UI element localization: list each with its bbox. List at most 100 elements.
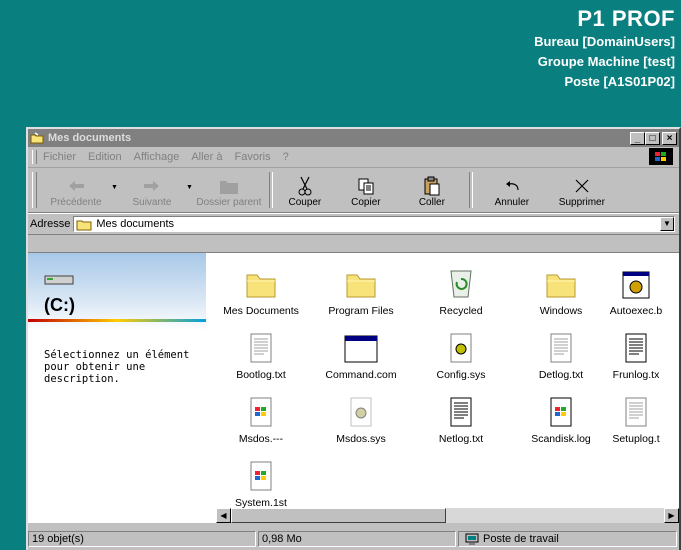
scroll-thumb[interactable] (231, 508, 446, 523)
file-item-label: Msdos.--- (238, 433, 284, 445)
menu-aller-a[interactable]: Aller à (191, 151, 222, 163)
program-icon (344, 335, 378, 363)
menu-affichage[interactable]: Affichage (134, 151, 180, 163)
scroll-right-icon[interactable]: ▶ (664, 508, 679, 523)
delete-button[interactable]: Supprimer (547, 168, 617, 212)
file-item-label: Scandisk.log (531, 433, 591, 445)
status-object-count: 19 objet(s) (28, 531, 256, 547)
file-item-netlog[interactable]: Netlog.txt (416, 391, 506, 445)
up-folder-button[interactable]: Dossier parent (193, 168, 265, 212)
status-bar: 19 objet(s) 0,98 Mo Poste de travail (28, 529, 679, 549)
file-list: Mes Documents Program Files Recycled Win… (206, 253, 679, 509)
toolbar-grip (32, 172, 37, 208)
file-item-command-com[interactable]: Command.com (316, 327, 406, 381)
menu-fichier[interactable]: Fichier (43, 151, 76, 163)
desktop-info-line: Poste [A1S01P02] (564, 74, 675, 89)
minimize-button[interactable]: _ (630, 131, 645, 145)
up-folder-label: Dossier parent (196, 197, 262, 208)
back-button[interactable]: Précédente (41, 168, 111, 212)
paste-icon (424, 176, 440, 196)
file-item-label: Msdos.sys (336, 433, 386, 445)
system-file-icon (450, 333, 472, 363)
undo-button[interactable]: Annuler (477, 168, 547, 212)
file-item-msdos-dash[interactable]: Msdos.--- (216, 391, 306, 445)
file-item-setuplog[interactable]: Setuplog.t (606, 391, 666, 445)
back-arrow-icon (69, 181, 84, 191)
desktop-info-line: Groupe Machine [test] (537, 54, 675, 69)
file-item-label: Config.sys (436, 369, 486, 381)
address-field[interactable]: Mes documents ▼ (73, 216, 675, 232)
file-item-label: Frunlog.tx (612, 369, 660, 381)
menu-grip (32, 150, 37, 164)
address-dropdown-icon[interactable]: ▼ (660, 217, 674, 231)
close-button[interactable]: × (662, 131, 677, 145)
content-area: (C:) Sélectionnez un élément pour obteni… (28, 252, 679, 523)
file-item-label: Mes Documents (223, 305, 299, 317)
file-item-frunlog[interactable]: Frunlog.tx (606, 327, 666, 381)
menu-help[interactable]: ? (283, 151, 289, 163)
msdos-file-icon (250, 461, 272, 491)
file-item-msdos-sys[interactable]: Msdos.sys (316, 391, 406, 445)
recycle-bin-icon (450, 270, 472, 298)
folder-icon (346, 274, 376, 298)
up-folder-icon (219, 181, 238, 194)
cut-label: Couper (288, 197, 322, 208)
menu-favoris[interactable]: Favoris (235, 151, 271, 163)
address-value: Mes documents (96, 218, 175, 230)
file-item-detlog[interactable]: Detlog.txt (516, 327, 606, 381)
status-zone-label: Poste de travail (483, 533, 559, 545)
desktop-info: P1 PROF Bureau [DomainUsers] Groupe Mach… (534, 6, 675, 92)
file-item-program-files[interactable]: Program Files (316, 263, 406, 317)
windows-logo-icon (649, 148, 673, 165)
forward-label: Suivante (132, 197, 172, 208)
drive-name: (C:) (44, 295, 75, 315)
batch-file-icon (622, 271, 650, 299)
hard-drive-icon (44, 275, 74, 285)
horizontal-scrollbar[interactable]: ◀ ▶ (216, 508, 679, 523)
cut-button[interactable]: Couper (277, 168, 333, 212)
file-item-windows[interactable]: Windows (516, 263, 606, 317)
menu-edition[interactable]: Edition (88, 151, 122, 163)
folder-icon (30, 132, 44, 144)
status-size: 0,98 Mo (258, 531, 456, 547)
text-file-icon (450, 397, 472, 427)
file-item-label: Autoexec.b (609, 305, 663, 317)
file-item-scandisk-log[interactable]: Scandisk.log (516, 391, 606, 445)
file-item-label: Program Files (328, 305, 394, 317)
paste-button[interactable]: Coller (399, 168, 465, 212)
copy-label: Copier (351, 197, 381, 208)
system-file-icon (350, 397, 372, 427)
file-item-autoexec[interactable]: Autoexec.b (606, 263, 666, 317)
file-item-recycled[interactable]: Recycled (416, 263, 506, 317)
forward-dropdown-icon[interactable]: ▼ (186, 184, 193, 191)
title-bar[interactable]: Mes documents _ □ × (28, 129, 679, 147)
file-item-mes-documents[interactable]: Mes Documents (216, 263, 306, 317)
scroll-left-icon[interactable]: ◀ (216, 508, 231, 523)
address-label: Adresse (30, 218, 71, 230)
file-item-bootlog[interactable]: Bootlog.txt (216, 327, 306, 381)
desktop-info-line: Bureau [DomainUsers] (534, 34, 675, 49)
copy-button[interactable]: Copier (333, 168, 399, 212)
explorer-window: Mes documents _ □ × Fichier Edition Affi… (26, 127, 681, 550)
undo-label: Annuler (494, 197, 530, 208)
file-item-label: Windows (539, 305, 583, 317)
msdos-file-icon (250, 397, 272, 427)
status-zone: Poste de travail (458, 531, 677, 547)
delete-x-icon (575, 179, 589, 193)
copy-icon (358, 178, 374, 195)
paste-label: Coller (418, 197, 445, 208)
forward-button[interactable]: Suivante (118, 168, 186, 212)
info-pane: (C:) Sélectionnez un élément pour obteni… (28, 253, 206, 523)
toolbar-separator (268, 172, 273, 208)
file-item-label: Detlog.txt (538, 369, 584, 381)
maximize-button[interactable]: □ (645, 131, 660, 145)
file-item-system-1st[interactable]: System.1st (216, 455, 306, 509)
file-item-label: Bootlog.txt (236, 369, 286, 381)
text-file-icon (625, 397, 647, 427)
back-dropdown-icon[interactable]: ▼ (111, 184, 118, 191)
selection-description: Sélectionnez un élément pour obtenir une… (44, 349, 190, 385)
undo-icon (505, 181, 519, 191)
file-item-config-sys[interactable]: Config.sys (416, 327, 506, 381)
file-item-label: Command.com (325, 369, 397, 381)
file-item-label: Recycled (439, 305, 483, 317)
